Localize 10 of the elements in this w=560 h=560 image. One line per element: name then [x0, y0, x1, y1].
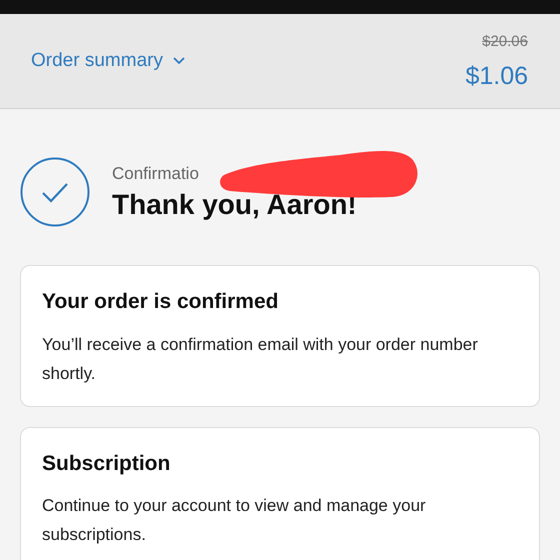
order-summary-toggle[interactable]: Order summary [31, 46, 185, 76]
card-title: Subscription [42, 450, 172, 476]
card-text: You’ll receive a confirmation email with your order number shortly. [42, 334, 479, 384]
original-price: $20.06 [482, 32, 528, 52]
card-text: Continue to your account to view and manage your subscriptions. [42, 495, 427, 546]
checkmark-circle-icon [20, 157, 90, 227]
confirmation-label: Confirmatio [112, 163, 200, 186]
card-title: Your order is confirmed [42, 289, 280, 315]
thank-you-heading: Thank you, Aaron! [112, 188, 357, 222]
total-price: $1.06 [465, 60, 528, 92]
